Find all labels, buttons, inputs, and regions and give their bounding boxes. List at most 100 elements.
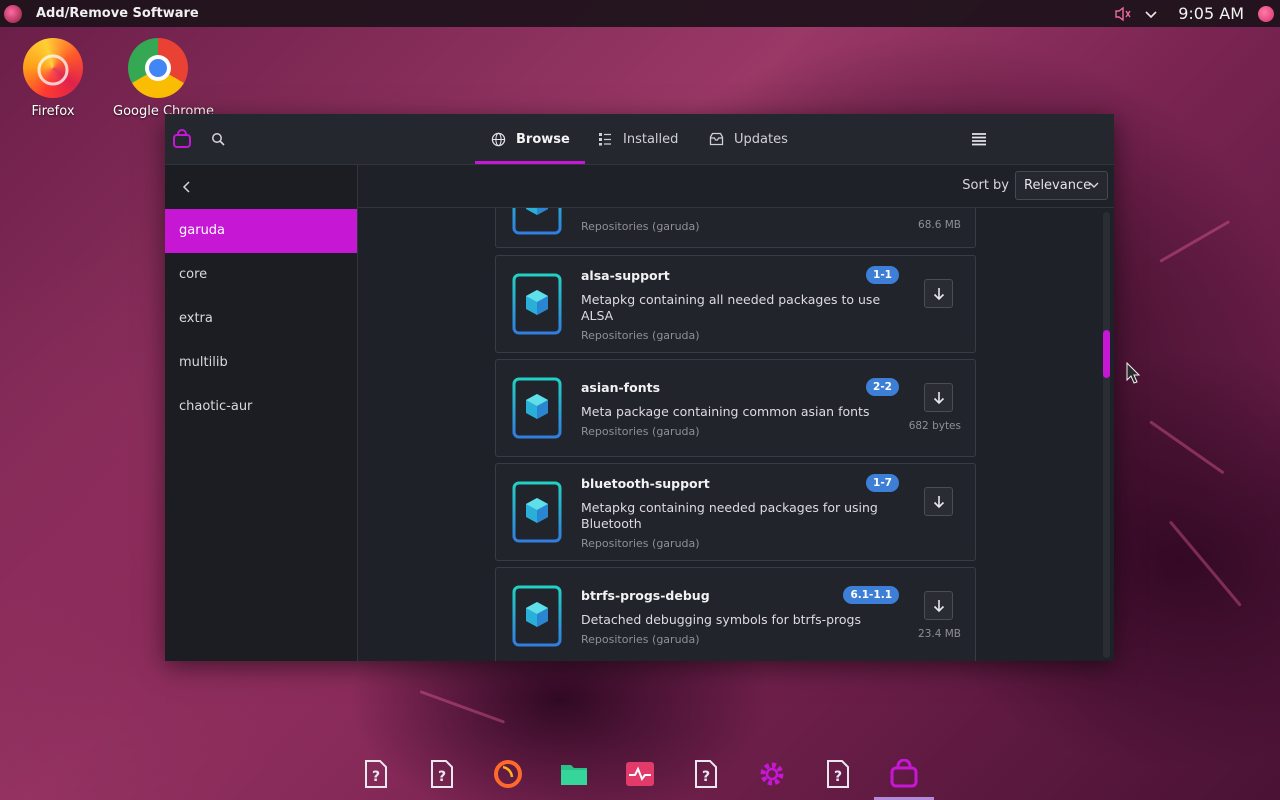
package-size: 68.6 MB bbox=[918, 219, 961, 231]
search-icon[interactable] bbox=[209, 130, 227, 148]
package-repository: Repositories (garuda) bbox=[581, 220, 700, 233]
settings-gear-icon[interactable] bbox=[756, 758, 788, 790]
package-size: 23.4 MB bbox=[918, 628, 961, 640]
package-card[interactable]: Repositories (garuda) 68.6 MB bbox=[495, 208, 976, 248]
wallpaper-streak bbox=[1149, 420, 1225, 475]
package-description: Meta package containing common asian fon… bbox=[581, 404, 870, 419]
install-button[interactable] bbox=[924, 591, 953, 620]
svg-text:?: ? bbox=[438, 769, 446, 785]
software-manager-window: Browse Installed Updates garuda core ext… bbox=[165, 114, 1114, 661]
version-badge: 6.1-1.1 bbox=[843, 586, 899, 604]
firefox-icon bbox=[23, 38, 83, 98]
garuda-logo-icon[interactable] bbox=[4, 4, 22, 23]
desktop-icon-chrome[interactable]: Google Chrome bbox=[113, 38, 214, 119]
package-icon bbox=[512, 585, 562, 647]
hamburger-menu-icon[interactable] bbox=[967, 129, 991, 149]
tab-installed[interactable]: Installed bbox=[597, 114, 678, 164]
top-panel: Add/Remove Software 9:05 AM bbox=[0, 0, 1280, 27]
package-list-scrollbar[interactable] bbox=[1103, 212, 1110, 658]
back-button[interactable] bbox=[177, 175, 197, 199]
package-description: Detached debugging symbols for btrfs-pro… bbox=[581, 612, 862, 627]
download-arrow-icon bbox=[933, 391, 944, 404]
package-description: Metapkg containing needed packages for u… bbox=[581, 500, 878, 531]
sidebar-item-chaotic-aur[interactable]: chaotic-aur bbox=[165, 385, 357, 429]
tab-updates[interactable]: Updates bbox=[708, 114, 788, 164]
tab-browse[interactable]: Browse bbox=[490, 114, 570, 164]
package-card[interactable]: asian-fonts 2-2 Meta package containing … bbox=[495, 359, 976, 457]
software-bag-icon[interactable] bbox=[888, 758, 920, 790]
package-name: asian-fonts bbox=[581, 380, 661, 395]
download-arrow-icon bbox=[933, 287, 944, 300]
version-badge: 2-2 bbox=[866, 378, 899, 396]
desktop-icon-label: Firefox bbox=[31, 104, 75, 119]
chevron-down-icon[interactable] bbox=[1140, 3, 1162, 25]
firedragon-icon[interactable] bbox=[492, 758, 524, 790]
sidebar-item-multilib[interactable]: multilib bbox=[165, 341, 357, 385]
install-button[interactable] bbox=[924, 279, 953, 308]
download-arrow-icon bbox=[933, 495, 944, 508]
software-bag-icon bbox=[171, 128, 193, 150]
sort-value: Relevance bbox=[1024, 178, 1092, 193]
package-name: bluetooth-support bbox=[581, 476, 710, 491]
wallpaper-streak bbox=[419, 690, 506, 724]
sort-toolbar: Sort by Relevance bbox=[358, 165, 1114, 208]
files-icon[interactable] bbox=[558, 758, 590, 790]
system-monitor-icon[interactable] bbox=[624, 758, 656, 790]
chevron-left-icon bbox=[182, 181, 190, 193]
wallpaper-streak bbox=[1168, 520, 1242, 607]
install-button[interactable] bbox=[924, 487, 953, 516]
active-tab-indicator bbox=[475, 161, 585, 164]
active-window-title: Add/Remove Software bbox=[36, 6, 199, 21]
sidebar-item-core[interactable]: core bbox=[165, 253, 357, 297]
unknown-app-icon[interactable]: ? bbox=[360, 758, 392, 790]
list-icon bbox=[597, 131, 613, 147]
svg-text:?: ? bbox=[834, 769, 842, 785]
tab-label: Updates bbox=[734, 131, 788, 147]
package-list: Repositories (garuda) 68.6 MB alsa-suppo… bbox=[358, 208, 1114, 661]
window-header: Browse Installed Updates bbox=[165, 114, 1114, 165]
sidebar-item-garuda[interactable]: garuda bbox=[165, 209, 357, 253]
tab-label: Browse bbox=[516, 131, 570, 147]
package-card[interactable]: alsa-support 1-1 Metapkg containing all … bbox=[495, 255, 976, 353]
sidebar-item-extra[interactable]: extra bbox=[165, 297, 357, 341]
volume-muted-icon[interactable] bbox=[1112, 3, 1134, 25]
desktop-icon-firefox[interactable]: Firefox bbox=[8, 38, 98, 119]
package-repository: Repositories (garuda) bbox=[581, 329, 700, 342]
unknown-app-icon[interactable]: ? bbox=[822, 758, 854, 790]
clock[interactable]: 9:05 AM bbox=[1178, 4, 1244, 23]
package-card[interactable]: btrfs-progs-debug 6.1-1.1 Detached debug… bbox=[495, 567, 976, 661]
sort-dropdown[interactable]: Relevance bbox=[1015, 171, 1108, 200]
chrome-icon bbox=[128, 38, 188, 98]
package-repository: Repositories (garuda) bbox=[581, 425, 700, 438]
tab-label: Installed bbox=[623, 131, 679, 147]
unknown-app-icon[interactable]: ? bbox=[426, 758, 458, 790]
version-badge: 1-7 bbox=[866, 474, 899, 492]
unknown-app-icon[interactable]: ? bbox=[690, 758, 722, 790]
chevron-down-icon bbox=[1089, 182, 1099, 188]
scrollbar-thumb[interactable] bbox=[1103, 330, 1110, 378]
version-badge: 1-1 bbox=[866, 266, 899, 284]
package-icon bbox=[512, 377, 562, 439]
download-arrow-icon bbox=[933, 599, 944, 612]
package-repository: Repositories (garuda) bbox=[581, 537, 700, 550]
package-icon bbox=[512, 208, 562, 235]
dock: ? ? ? ? bbox=[345, 750, 935, 800]
mouse-cursor-icon bbox=[1126, 362, 1140, 384]
repository-sidebar: garuda core extra multilib chaotic-aur bbox=[165, 165, 358, 661]
svg-text:?: ? bbox=[372, 769, 380, 785]
svg-text:?: ? bbox=[702, 769, 710, 785]
sort-label: Sort by bbox=[962, 178, 1009, 193]
package-icon bbox=[512, 273, 562, 335]
package-size: 682 bytes bbox=[908, 420, 961, 432]
install-button[interactable] bbox=[924, 383, 953, 412]
globe-icon bbox=[490, 131, 506, 147]
wallpaper-streak bbox=[1159, 220, 1231, 263]
package-name: alsa-support bbox=[581, 268, 670, 283]
avatar[interactable] bbox=[1258, 5, 1274, 22]
package-repository: Repositories (garuda) bbox=[581, 633, 700, 646]
package-name: btrfs-progs-debug bbox=[581, 588, 710, 603]
package-description: Metapkg containing all needed packages t… bbox=[581, 292, 881, 323]
package-icon bbox=[512, 481, 562, 543]
package-card[interactable]: bluetooth-support 1-7 Metapkg containing… bbox=[495, 463, 976, 561]
inbox-icon bbox=[708, 131, 724, 147]
